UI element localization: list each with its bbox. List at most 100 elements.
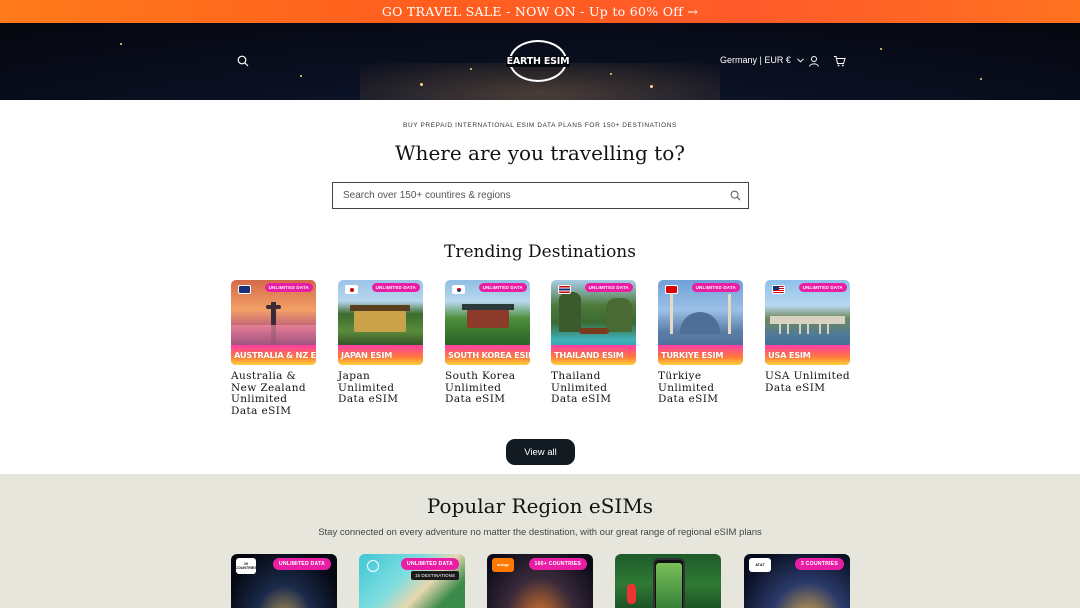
flag-icon [665,285,678,294]
destination-band: USA ESIM [765,345,850,365]
parrot-shape [627,584,636,604]
band-text: AUSTRALIA & NZ ESIM [234,350,316,360]
countries-label: COUNTRIES [235,566,257,570]
flag-icon [558,285,571,294]
destination-band: JAPAN ESIM [338,345,423,365]
regions-title: Popular Region eSIMs [426,494,654,518]
destination-band: SOUTH KOREA ESIM [445,345,530,365]
header-star [980,78,982,80]
unlimited-data-badge: UNLIMITED DATA [371,283,420,292]
regions-subtitle: Stay connected on every adventure no mat… [318,527,762,538]
destination-card-usa[interactable]: UNLIMITED DATA USA ESIM USA Unlimited Da… [765,280,850,394]
mosque-dome-shape [680,312,720,334]
countries-count-badge: 29 COUNTRIES [235,558,257,574]
header-star [300,75,302,77]
carrier-name: orange [497,563,509,567]
account-icon[interactable] [806,53,822,69]
region-badge: 160+ COUNTRIES [528,558,587,570]
destination-band: AUSTRALIA & NZ ESIM [231,345,316,365]
destination-name[interactable]: Thailand Unlimited Data eSIM [551,370,636,406]
unlimited-data-badge: UNLIMITED DATA [584,283,633,292]
destination-image: UNLIMITED DATA AUSTRALIA & NZ ESIM [231,280,316,365]
rock-shape [559,292,581,332]
header-star [420,83,423,86]
cart-icon[interactable] [831,53,847,69]
destination-image: UNLIMITED DATA SOUTH KOREA ESIM [445,280,530,365]
destination-band: TURKIYE ESIM [658,345,743,365]
unlimited-data-badge: UNLIMITED DATA [478,283,527,292]
destination-name[interactable]: Australia & New Zealand Unlimited Data e… [231,370,316,417]
region-card-asia[interactable]: UNLIMITED DATA 15 DESTINATIONS [359,554,465,608]
popular-regions-section: Popular Region eSIMs Stay connected on e… [0,474,1080,608]
pagoda-roof-shape [462,304,514,310]
water-shape [231,325,316,345]
destination-card-turkiye[interactable]: UNLIMITED DATA TURKIYE ESIM Türkiye Unli… [658,280,743,406]
minaret-shape [728,294,731,334]
hero-title: Where are you travelling to? [395,141,685,165]
phone-screen-shape [656,563,682,608]
region-badge: UNLIMITED DATA [272,558,331,570]
band-text: THAILAND ESIM [554,350,624,360]
destination-card-thailand[interactable]: UNLIMITED DATA THAILAND ESIM Thailand Un… [551,280,636,406]
announcement-bar[interactable]: GO TRAVEL SALE - NOW ON - Up to 60% Off … [0,0,1080,23]
carrier-logo: orange [492,558,514,572]
destination-search[interactable] [332,182,749,209]
region-badge: 3 COUNTRIES [794,558,844,570]
pagoda-shape [467,308,509,328]
unlimited-data-badge: UNLIMITED DATA [264,283,313,292]
site-logo[interactable]: EARTH ESIM [505,40,571,82]
destination-image: UNLIMITED DATA THAILAND ESIM [551,280,636,365]
view-all-button[interactable]: View all [506,439,575,465]
band-text: JAPAN ESIM [341,350,393,360]
search-submit-icon[interactable] [722,190,748,201]
region-card-global[interactable]: orange 160+ COUNTRIES [487,554,593,608]
carrier-logo: AT&T [749,558,771,572]
header-star [120,43,122,45]
rock-shape [606,298,632,332]
region-card-europe[interactable]: 29 COUNTRIES UNLIMITED DATA [231,554,337,608]
search-icon[interactable] [235,53,251,69]
flag-icon [238,285,251,294]
unlimited-data-badge: UNLIMITED DATA [798,283,847,292]
flag-icon [345,285,358,294]
header-star [470,68,472,70]
destination-image: UNLIMITED DATA USA ESIM [765,280,850,365]
trending-title: Trending Destinations [444,242,636,262]
chevron-down-icon [797,57,804,63]
site-header: EARTH ESIM Germany | EUR € [0,23,1080,100]
locale-label: Germany | EUR € [720,55,791,65]
header-star [650,85,653,88]
flag-icon [772,285,785,294]
boat-shape [579,328,609,334]
destination-card-australia-nz[interactable]: UNLIMITED DATA AUSTRALIA & NZ ESIM Austr… [231,280,316,417]
tower-top-shape [266,305,281,309]
region-card-north-america[interactable]: AT&T 3 COUNTRIES [744,554,850,608]
region-card-latin-america[interactable] [615,554,721,608]
carrier-name: AT&T [755,563,765,567]
minaret-shape [670,294,673,334]
unlimited-data-badge: UNLIMITED DATA [691,283,740,292]
bridge-arch-shape [799,320,809,334]
bridge-arch-shape [779,320,789,334]
hero-subtitle: BUY PREPAID INTERNATIONAL ESIM DATA PLAN… [403,122,677,129]
band-text: SOUTH KOREA ESIM [448,350,530,360]
search-input[interactable] [333,183,722,208]
destination-image: UNLIMITED DATA TURKIYE ESIM [658,280,743,365]
destination-image: UNLIMITED DATA JAPAN ESIM [338,280,423,365]
destination-name[interactable]: Türkiye Unlimited Data eSIM [658,370,743,406]
flag-icon [452,285,465,294]
destination-band: THAILAND ESIM [551,345,636,365]
band-text: USA ESIM [768,350,811,360]
region-badge: UNLIMITED DATA [400,558,459,570]
header-star [880,48,882,50]
temple-shape [354,310,406,332]
destination-name[interactable]: Japan Unlimited Data eSIM [338,370,423,406]
destination-card-south-korea[interactable]: UNLIMITED DATA SOUTH KOREA ESIM South Ko… [445,280,530,406]
destination-card-japan[interactable]: UNLIMITED DATA JAPAN ESIM Japan Unlimite… [338,280,423,406]
bridge-arch-shape [819,320,829,334]
locale-selector[interactable]: Germany | EUR € [720,55,804,65]
destination-name[interactable]: South Korea Unlimited Data eSIM [445,370,530,406]
announcement-text[interactable]: GO TRAVEL SALE - NOW ON - Up to 60% Off … [382,4,698,19]
logo-text: EARTH ESIM [505,55,571,67]
destination-name[interactable]: USA Unlimited Data eSIM [765,370,850,394]
